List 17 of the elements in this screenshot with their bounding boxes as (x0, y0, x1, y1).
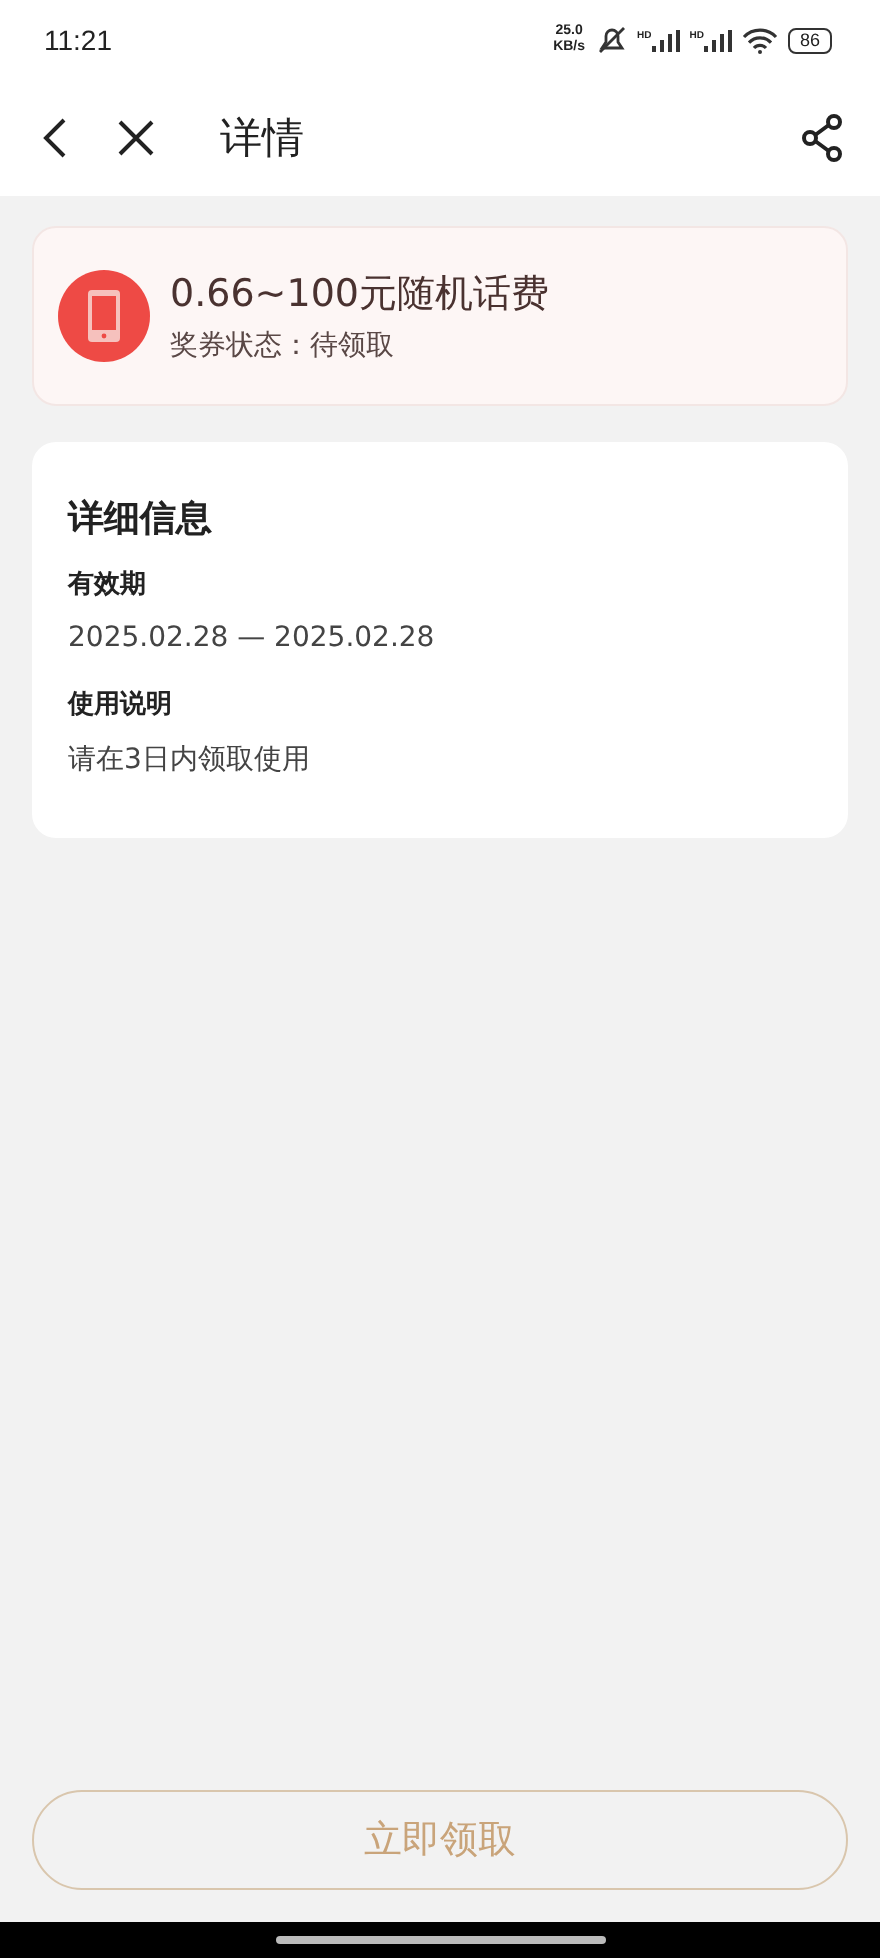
coupon-status: 奖券状态：待领取 (170, 328, 396, 364)
battery-level: 86 (787, 27, 832, 53)
coupon-title: 0.66~100元随机话费 (170, 270, 549, 320)
share-icon[interactable] (800, 114, 844, 162)
close-icon[interactable] (116, 118, 156, 158)
page-title: 详情 (220, 112, 304, 166)
field-label: 使用说明 (68, 688, 174, 722)
status-time: 11:21 (44, 24, 112, 56)
mute-icon (595, 26, 628, 54)
section-heading: 详细信息 (68, 496, 214, 542)
field-value: 请在3日内领取使用 (68, 742, 312, 778)
wifi-icon (741, 27, 778, 53)
claim-button[interactable]: 立即领取 (32, 1790, 848, 1890)
back-icon[interactable] (40, 116, 68, 160)
field-label: 有效期 (68, 568, 148, 602)
phone-icon (58, 270, 150, 362)
field-value: 2025.02.28 — 2025.02.28 (68, 622, 437, 654)
